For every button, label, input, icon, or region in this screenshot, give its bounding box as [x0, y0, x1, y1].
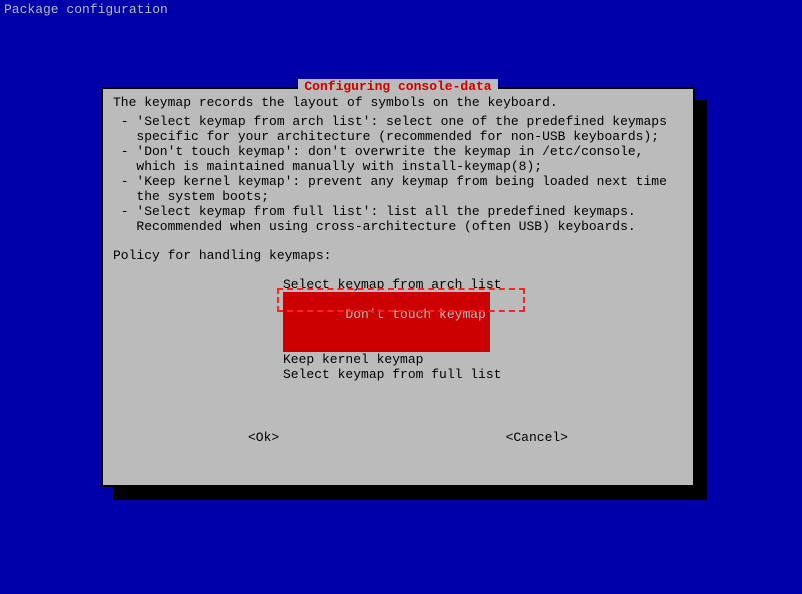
bullet-2-line-2: which is maintained manually with instal…: [113, 159, 683, 174]
dialog-title-wrap: Configuring console-data: [103, 79, 693, 94]
bullet-1-line-2: specific for your architecture (recommen…: [113, 129, 683, 144]
bullet-3-line-1: - 'Keep kernel keymap': prevent any keym…: [113, 174, 683, 189]
dialog-title: Configuring console-data: [298, 79, 497, 94]
prompt-text: Policy for handling keymaps:: [113, 248, 683, 263]
options-list: Select keymap from arch list Don't touch…: [113, 277, 683, 382]
bullet-3-line-2: the system boots;: [113, 189, 683, 204]
option-keep-kernel-keymap[interactable]: Keep kernel keymap: [283, 352, 423, 367]
buttons-row: <Ok> <Cancel>: [113, 430, 683, 445]
dialog-description: The keymap records the layout of symbols…: [113, 95, 683, 110]
option-select-full-list[interactable]: Select keymap from full list: [283, 367, 501, 382]
bullet-2-line-1: - 'Don't touch keymap': don't overwrite …: [113, 144, 683, 159]
dialog-body: The keymap records the layout of symbols…: [103, 89, 693, 455]
ok-button[interactable]: <Ok>: [248, 430, 279, 445]
bullet-list: - 'Select keymap from arch list': select…: [113, 114, 683, 234]
option-dont-touch-keymap[interactable]: Don't touch keymap: [283, 292, 490, 352]
page-header: Package configuration: [0, 0, 802, 19]
cancel-button[interactable]: <Cancel>: [506, 430, 568, 445]
option-selected-label: Don't touch keymap: [345, 307, 485, 322]
config-dialog: Configuring console-data The keymap reco…: [101, 87, 695, 487]
option-select-arch-list[interactable]: Select keymap from arch list: [283, 277, 501, 292]
bullet-1-line-1: - 'Select keymap from arch list': select…: [113, 114, 683, 129]
bullet-4-line-1: - 'Select keymap from full list': list a…: [113, 204, 683, 219]
bullet-4-line-2: Recommended when using cross-architectur…: [113, 219, 683, 234]
